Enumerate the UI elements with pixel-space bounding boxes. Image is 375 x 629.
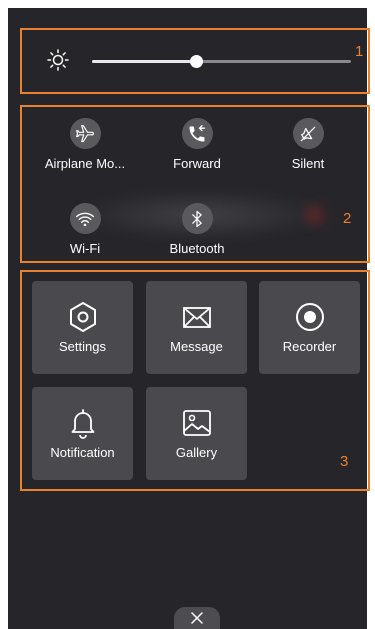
toggle-wifi[interactable]: Wi-Fi bbox=[40, 203, 130, 256]
tile-notification[interactable]: Notification bbox=[32, 387, 133, 480]
tile-gallery[interactable]: Gallery bbox=[146, 387, 247, 480]
toggle-label: Silent bbox=[291, 156, 325, 171]
close-icon bbox=[191, 612, 203, 624]
airplane-icon bbox=[69, 118, 101, 149]
tile-label: Settings bbox=[59, 339, 106, 354]
toggle-label: Airplane Mo... bbox=[44, 156, 126, 171]
toggle-airplane-mode[interactable]: Airplane Mo... bbox=[40, 118, 130, 171]
toggle-label: Wi-Fi bbox=[69, 241, 101, 256]
toggle-label: Bluetooth bbox=[169, 241, 225, 256]
tile-label: Notification bbox=[50, 445, 115, 460]
gallery-icon bbox=[182, 410, 211, 436]
section-number-3: 3 bbox=[340, 453, 349, 470]
blurred-background-accent bbox=[300, 200, 330, 230]
wifi-icon bbox=[69, 203, 101, 234]
settings-icon bbox=[69, 302, 96, 332]
brightness-slider-knob[interactable] bbox=[189, 55, 203, 68]
recorder-icon bbox=[295, 303, 324, 331]
close-button[interactable] bbox=[174, 607, 220, 629]
tile-label: Message bbox=[170, 339, 223, 354]
tile-settings[interactable]: Settings bbox=[32, 281, 133, 374]
tile-label: Gallery bbox=[175, 445, 218, 460]
tile-label: Recorder bbox=[282, 339, 337, 354]
silent-icon bbox=[292, 118, 324, 149]
brightness-slider-fill bbox=[92, 60, 196, 63]
tile-recorder[interactable]: Recorder bbox=[259, 281, 360, 374]
bell-icon bbox=[71, 409, 94, 439]
bluetooth-icon bbox=[181, 203, 213, 234]
section-number-2: 2 bbox=[343, 210, 352, 227]
call-forward-icon bbox=[181, 118, 213, 149]
message-icon bbox=[182, 307, 211, 328]
toggle-label: Forward bbox=[173, 156, 221, 171]
toggle-forward[interactable]: Forward bbox=[152, 118, 242, 171]
sun-icon bbox=[47, 49, 69, 71]
tile-message[interactable]: Message bbox=[146, 281, 247, 374]
section-number-1: 1 bbox=[355, 43, 364, 60]
toggle-bluetooth[interactable]: Bluetooth bbox=[152, 203, 242, 256]
toggle-silent[interactable]: Silent bbox=[263, 118, 353, 171]
brightness-slider[interactable] bbox=[92, 55, 351, 68]
